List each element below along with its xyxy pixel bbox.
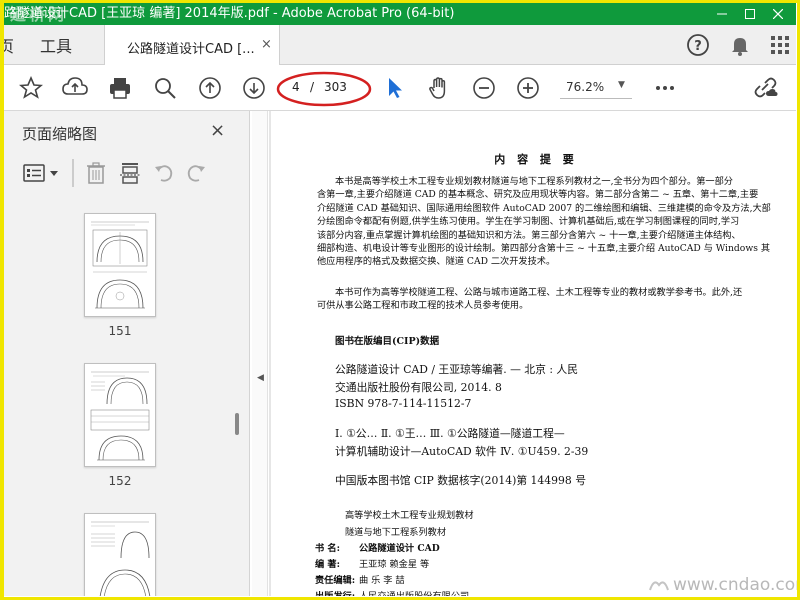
collapse-arrow-icon[interactable]: ◀ — [257, 373, 264, 383]
cip-heading: 图书在版编目(CIP)数据 — [335, 336, 440, 347]
toolbar-divider — [72, 159, 74, 187]
close-icon[interactable] — [764, 3, 792, 25]
site-watermark-bottom: www.cndao.com — [648, 575, 800, 595]
thumbnail-toolbar — [18, 157, 238, 191]
classification-line: Ⅰ. ①公… Ⅱ. ①王… Ⅲ. ①公路隧道—隧道工程— — [335, 427, 565, 440]
watermark-logo-icon — [649, 581, 669, 591]
text-line: 介绍隧道 CAD 基础知识、国际通用绘图软件 AutoCAD 2007 的二维绘… — [317, 202, 771, 214]
window-title: 路隧道设计CAD [王亚琼 编著] 2014年版.pdf - Adobe Acr… — [4, 6, 455, 21]
rotate-clockwise-icon[interactable] — [184, 161, 208, 185]
zoom-in-icon[interactable] — [515, 75, 541, 101]
cloud-upload-icon[interactable] — [62, 75, 88, 101]
zoom-out-icon[interactable] — [471, 75, 497, 101]
panel-title: 页面缩略图 — [22, 125, 98, 143]
thumbnail-options-icon[interactable] — [22, 161, 62, 185]
pub-label: 书 名: — [315, 543, 340, 554]
isbn-line: ISBN 978-7-114-11512-7 — [335, 397, 472, 410]
pub-label: 编 著: — [315, 559, 340, 570]
site-watermark: 道桥网 — [10, 5, 68, 24]
pub-value-authors: 王亚琼 赖金星 等 — [359, 559, 430, 570]
rotate-counterclockwise-icon[interactable] — [152, 161, 176, 185]
svg-text:?: ? — [694, 39, 702, 54]
summary-paragraph-2: 本书可作为高等学校隧道工程、公路与城市道路工程、土木工程等专业的教材或教学参考书… — [317, 286, 796, 313]
tab-document-label: 公路隧道设计CAD [... — [127, 42, 255, 57]
pub-label: 责任编辑: — [315, 575, 356, 586]
main-toolbar: 4 / 303 76.2% ▼ — [4, 65, 796, 111]
help-icon[interactable]: ? — [686, 33, 710, 57]
text-line: 细部构造、机电设计等专业图形的设计绘制。第四部分含第十三 ~ 十五章,主要介绍 … — [317, 243, 771, 255]
app-window: 路隧道设计CAD [王亚琼 编著] 2014年版.pdf - Adobe Acr… — [0, 0, 800, 600]
tab-close-icon[interactable]: × — [261, 37, 272, 52]
pub-value-publisher: 人民交通出版股份有限公司 — [359, 588, 469, 596]
thumbnail-page-151[interactable] — [84, 213, 156, 317]
text-line: 本书可作为高等学校隧道工程、公路与城市道路工程、土木工程等专业的教材或教学参考书… — [335, 287, 743, 298]
bookmark-star-icon[interactable] — [18, 75, 44, 101]
text-line: 该部分内容,重点掌握计算机绘图的基础知识和方法。第三部分含第六 ~ 十一章,主要… — [317, 229, 741, 241]
tab-document[interactable]: 公路隧道设计CAD [... × — [104, 25, 280, 66]
text-line: 本书是高等学校土木工程专业规划教材隧道与地下工程系列教材之一,全书分为四个部分。… — [335, 176, 733, 187]
pub-label: 出版发行: — [315, 588, 355, 596]
text-line: 分绘图命令都配有例题,供学生练习使用。学生在学习制图、计算机基础后,或在学习制图… — [317, 216, 740, 228]
page-thumbnails-panel: 页面缩略图 × 151 152 — [4, 111, 250, 596]
tab-bar: 页 工具 公路隧道设计CAD [... × ? — [4, 25, 796, 66]
apps-grid-icon[interactable] — [768, 33, 792, 57]
title-bar: 路隧道设计CAD [王亚琼 编著] 2014年版.pdf - Adobe Acr… — [4, 3, 796, 25]
cip-line: 交通出版社股份有限公司, 2014. 8 — [335, 381, 502, 394]
previous-page-icon[interactable] — [197, 75, 223, 101]
annotation-circle — [276, 71, 372, 107]
thumbnail-page-153[interactable] — [84, 513, 156, 596]
panel-collapse-strip[interactable]: ◀ — [252, 111, 268, 596]
classification-line: 计算机辅助设计—AutoCAD 软件 Ⅳ. ①U459. 2-39 — [335, 445, 589, 458]
zoom-search-icon[interactable] — [152, 75, 178, 101]
minimize-icon[interactable] — [708, 3, 736, 25]
summary-paragraph-1: 本书是高等学校土木工程专业规划教材隧道与地下工程系列教材之一,全书分为四个部分。… — [317, 175, 796, 269]
maximize-icon[interactable] — [736, 3, 764, 25]
text-line: 可供从事公路工程和市政工程的技术人员参考使用。 — [317, 300, 529, 312]
panel-close-icon[interactable]: × — [210, 120, 225, 141]
next-page-icon[interactable] — [241, 75, 267, 101]
watermark-text: www.cndao.com — [673, 575, 800, 595]
more-options-icon[interactable] — [652, 75, 678, 101]
document-view[interactable]: 内 容 提 要 本书是高等学校土木工程专业规划教材隧道与地下工程系列教材之一,全… — [269, 111, 796, 596]
cip-number: 中国版本图书馆 CIP 数据核字(2014)第 144998 号 — [335, 474, 586, 487]
zoom-dropdown[interactable]: 76.2% ▼ — [560, 77, 632, 99]
extract-pages-icon[interactable] — [118, 161, 142, 185]
pub-value-title: 公路隧道设计 CAD — [359, 543, 440, 554]
thumbnail-page-number: 151 — [108, 324, 132, 338]
pub-value-editors: 曲 乐 李 喆 — [359, 575, 405, 586]
print-icon[interactable] — [107, 75, 133, 101]
chevron-down-icon: ▼ — [618, 80, 625, 90]
thumbnail-list: 151 152 — [4, 203, 244, 596]
bell-icon[interactable] — [728, 33, 752, 57]
series-line: 隧道与地下工程系列教材 — [345, 527, 447, 538]
share-link-icon[interactable] — [752, 75, 778, 101]
tab-home[interactable]: 页 — [4, 33, 14, 57]
thumbnail-page-number: 152 — [108, 474, 132, 488]
cip-line: 公路隧道设计 CAD / 王亚琼等编著. — 北京 : 人民 — [335, 363, 578, 376]
tab-tools[interactable]: 工具 — [40, 33, 72, 57]
thumbnail-page-152[interactable] — [84, 363, 156, 467]
hand-tool-icon[interactable] — [426, 75, 452, 101]
zoom-value: 76.2% — [566, 80, 605, 94]
text-line: 含第一章,主要介绍隧道 CAD 的基本概念、研究及应用现状等内容。第二部分含第二… — [317, 189, 759, 201]
select-cursor-icon[interactable] — [382, 75, 408, 101]
series-line: 高等学校土木工程专业规划教材 — [345, 510, 474, 521]
delete-icon[interactable] — [84, 161, 108, 185]
pdf-page: 内 容 提 要 本书是高等学校土木工程专业规划教材隧道与地下工程系列教材之一,全… — [271, 111, 796, 596]
panel-scrollbar[interactable] — [233, 203, 241, 596]
text-line: 他应用程序的格式及数据交换、隧道 CAD 二次开发技术。 — [317, 256, 556, 268]
page-heading: 内 容 提 要 — [494, 153, 578, 166]
